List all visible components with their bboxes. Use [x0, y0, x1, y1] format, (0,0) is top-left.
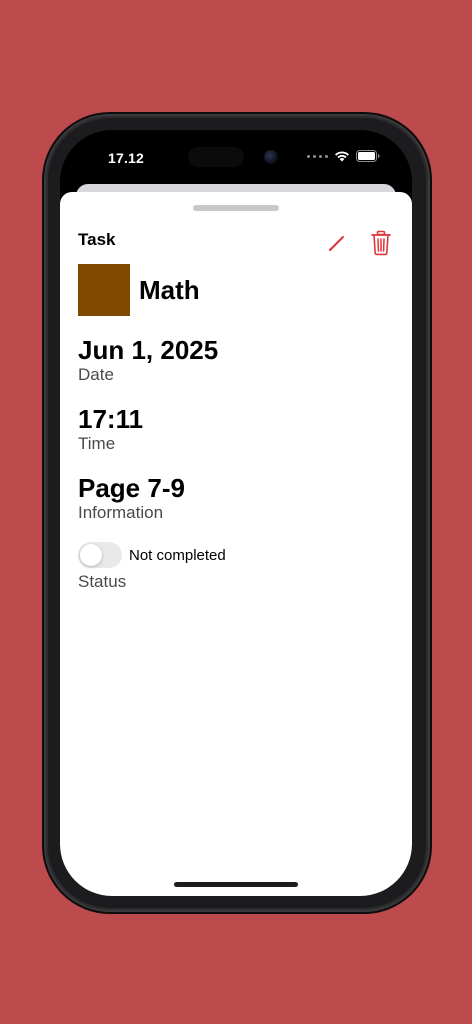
sheet-title: Task — [78, 230, 116, 249]
dynamic-island — [180, 140, 292, 174]
app-background: 17.12 Task Math Jun 1, 2025 Date 17:11 T… — [0, 0, 472, 1024]
home-indicator[interactable] — [174, 882, 298, 887]
battery-icon — [356, 150, 380, 162]
time-label: Time — [78, 434, 116, 453]
toggle-knob — [80, 544, 102, 566]
subject-row: Math — [78, 264, 200, 316]
time-field: 17:11 Time — [78, 404, 143, 454]
status-label: Status — [78, 572, 127, 591]
date-label: Date — [78, 365, 114, 384]
pencil-icon[interactable] — [326, 232, 348, 254]
information-field: Page 7-9 Information — [78, 473, 185, 523]
status-bar-time: 17.12 — [108, 150, 145, 166]
status-bar-indicators — [307, 150, 380, 162]
task-detail-sheet: Task Math Jun 1, 2025 Date 17:11 Time Pa… — [60, 192, 412, 896]
island-sensor — [188, 147, 244, 167]
date-value: Jun 1, 2025 — [78, 335, 219, 365]
front-camera-icon — [264, 150, 278, 164]
status-row: Not completed — [78, 542, 226, 568]
sheet-grabber[interactable] — [193, 205, 279, 211]
cellular-dots-icon — [307, 154, 328, 158]
completion-status-text: Not completed — [129, 546, 226, 564]
completion-toggle[interactable] — [78, 542, 122, 568]
trash-icon[interactable] — [370, 230, 392, 256]
subject-name: Math — [139, 274, 200, 305]
information-label: Information — [78, 503, 164, 522]
time-value: 17:11 — [78, 404, 144, 434]
wifi-icon — [335, 151, 349, 162]
power-button — [428, 372, 432, 464]
date-field: Jun 1, 2025 Date — [78, 335, 218, 385]
information-value: Page 7-9 — [78, 473, 185, 503]
subject-color-swatch — [78, 264, 130, 316]
phone-screen: 17.12 Task Math Jun 1, 2025 Date 17:11 T… — [60, 130, 412, 896]
